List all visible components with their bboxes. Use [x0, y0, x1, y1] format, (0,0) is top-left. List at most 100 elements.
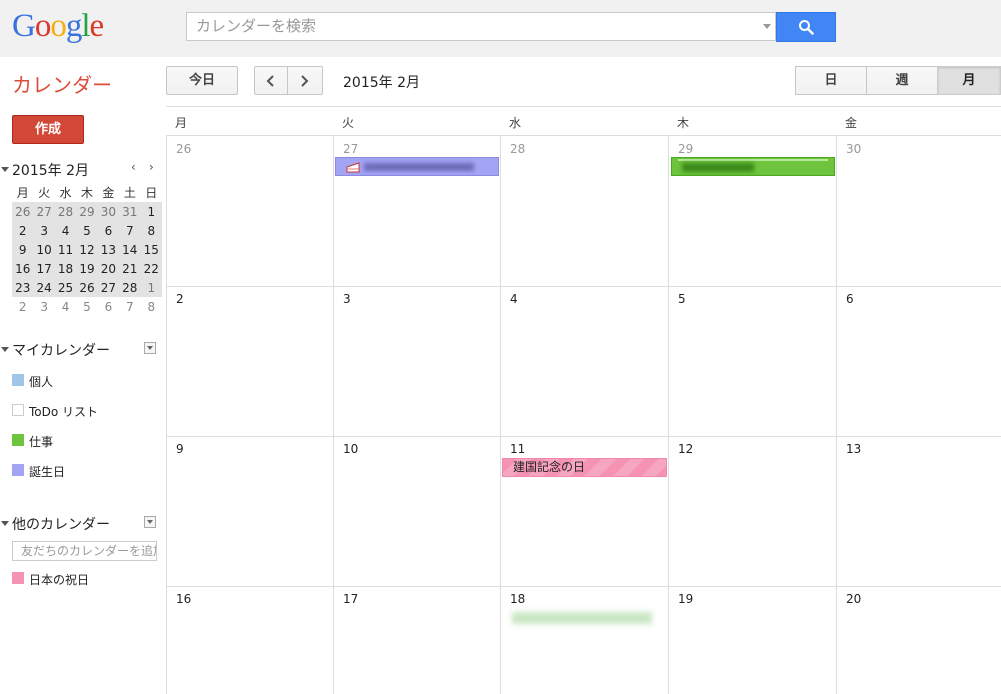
day-cell[interactable]: 6 — [836, 286, 1001, 437]
day-cell[interactable]: 20 — [836, 586, 1001, 694]
other-calendars-header[interactable]: 他のカレンダー — [0, 514, 162, 534]
minical-day[interactable]: 2 — [12, 221, 34, 240]
holiday-event[interactable]: 建国記念の日 — [502, 458, 667, 477]
minical-day[interactable]: 19 — [76, 259, 98, 278]
minical-day[interactable]: 16 — [12, 259, 34, 278]
minical-day[interactable]: 31 — [119, 202, 141, 221]
minical-weekday: 土 — [123, 186, 136, 200]
collapse-triangle-icon[interactable] — [1, 347, 9, 352]
color-swatch — [12, 404, 24, 416]
month-grid: 月 火 水 木 金 26 27 28 29 30 2 3 4 5 6 9 10 … — [166, 106, 1001, 694]
day-cell[interactable]: 3 — [333, 286, 501, 437]
day-number: 11 — [510, 442, 526, 456]
minical-day[interactable]: 3 — [33, 297, 54, 316]
day-cell[interactable]: 2 — [166, 286, 334, 437]
minical-day[interactable]: 28 — [119, 278, 141, 297]
add-friend-calendar-input[interactable]: 友だちのカレンダーを追加 — [12, 541, 157, 561]
minical-day[interactable]: 3 — [33, 221, 55, 240]
my-calendars-menu-icon[interactable] — [144, 342, 156, 354]
day-number: 27 — [343, 142, 359, 156]
minical-day[interactable]: 30 — [97, 202, 120, 221]
minical-day[interactable]: 14 — [119, 240, 141, 259]
minical-next-icon[interactable]: › — [149, 160, 154, 174]
minical-day[interactable]: 20 — [97, 259, 120, 278]
minical-day[interactable]: 28 — [54, 202, 77, 221]
minical-day[interactable]: 18 — [54, 259, 77, 278]
day-cell[interactable]: 17 — [333, 586, 501, 694]
color-swatch — [12, 464, 24, 476]
next-period-button[interactable] — [288, 66, 323, 95]
minical-day[interactable]: 4 — [54, 221, 77, 240]
minical-day[interactable]: 5 — [76, 221, 98, 240]
day-cell[interactable]: 16 — [166, 586, 334, 694]
minical-day[interactable]: 4 — [55, 297, 76, 316]
minical-prev-icon[interactable]: ‹ — [131, 160, 136, 174]
minical-day[interactable]: 27 — [97, 278, 120, 297]
minical-day[interactable]: 17 — [33, 259, 55, 278]
minical-day[interactable]: 12 — [76, 240, 98, 259]
today-button[interactable]: 今日 — [166, 66, 238, 95]
day-number: 16 — [176, 592, 192, 606]
day-cell[interactable]: 13 — [836, 436, 1001, 587]
minical-day[interactable]: 8 — [141, 297, 162, 316]
minical-day[interactable]: 6 — [97, 221, 120, 240]
day-number: 29 — [678, 142, 694, 156]
view-month-button[interactable]: 月 — [937, 66, 1001, 95]
minical-day[interactable]: 15 — [140, 240, 162, 259]
day-number: 26 — [176, 142, 192, 156]
minical-day[interactable]: 25 — [54, 278, 77, 297]
redacted-event-title — [364, 163, 474, 171]
minical-day[interactable]: 7 — [119, 221, 141, 240]
minical-day[interactable]: 29 — [76, 202, 98, 221]
minical-day[interactable]: 13 — [97, 240, 120, 259]
search-options-chevron-icon[interactable] — [763, 24, 771, 29]
day-cell[interactable]: 5 — [668, 286, 837, 437]
event-highlight — [678, 159, 828, 161]
day-cell[interactable]: 19 — [668, 586, 837, 694]
minical-day[interactable]: 26 — [12, 202, 34, 221]
day-cell[interactable]: 28 — [500, 136, 669, 287]
redacted-event[interactable] — [512, 612, 652, 624]
work-event[interactable] — [671, 157, 835, 176]
minical-day[interactable]: 11 — [54, 240, 77, 259]
current-period: 2015年 2月 — [343, 75, 420, 91]
redacted-event-title — [682, 163, 754, 172]
minical-day[interactable]: 7 — [119, 297, 140, 316]
birthday-event[interactable] — [335, 157, 499, 176]
google-logo[interactable]: Google — [12, 8, 104, 45]
minical-day[interactable]: 21 — [119, 259, 141, 278]
day-cell[interactable]: 30 — [836, 136, 1001, 287]
minical-day[interactable]: 5 — [76, 297, 97, 316]
minical-day[interactable]: 26 — [76, 278, 98, 297]
minical-day[interactable]: 23 — [12, 278, 34, 297]
collapse-triangle-icon[interactable] — [1, 167, 9, 172]
collapse-triangle-icon[interactable] — [1, 521, 9, 526]
my-calendars-header[interactable]: マイカレンダー — [0, 340, 162, 360]
minical-day[interactable]: 2 — [12, 297, 33, 316]
minical-day[interactable]: 1 — [140, 278, 162, 297]
calendar-item-label: 個人 — [29, 375, 54, 389]
day-cell[interactable]: 9 — [166, 436, 334, 587]
day-cell[interactable]: 26 — [166, 136, 334, 287]
search-input[interactable]: カレンダーを検索 — [186, 12, 776, 41]
minical-day[interactable]: 22 — [140, 259, 162, 278]
prev-period-button[interactable] — [254, 66, 288, 95]
minical-day[interactable]: 1 — [140, 202, 162, 221]
minical-day[interactable]: 24 — [33, 278, 55, 297]
other-calendars-menu-icon[interactable] — [144, 516, 156, 528]
minical-day[interactable]: 10 — [33, 240, 55, 259]
minical-day[interactable]: 9 — [12, 240, 34, 259]
minical-day[interactable]: 8 — [140, 221, 162, 240]
day-cell[interactable]: 18 — [500, 586, 669, 694]
search-button[interactable] — [776, 12, 836, 42]
create-button[interactable]: 作成 — [12, 115, 84, 144]
minical-day[interactable]: 6 — [98, 297, 119, 316]
minical-day[interactable]: 27 — [33, 202, 55, 221]
calendar-item-label: 仕事 — [29, 435, 54, 449]
day-cell[interactable]: 10 — [333, 436, 501, 587]
minical-header: 2015年 2月 ‹ › — [0, 160, 162, 179]
day-cell[interactable]: 12 — [668, 436, 837, 587]
view-day-button[interactable]: 日 — [795, 66, 867, 95]
view-week-button[interactable]: 週 — [866, 66, 938, 95]
day-cell[interactable]: 4 — [500, 286, 669, 437]
